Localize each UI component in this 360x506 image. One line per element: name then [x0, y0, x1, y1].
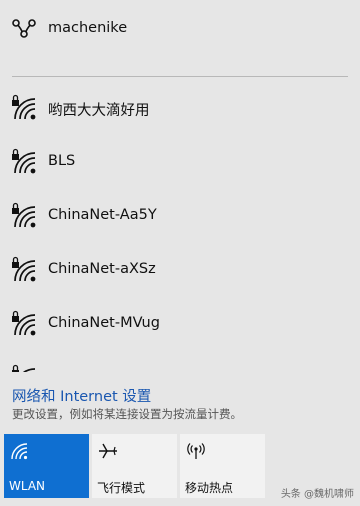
- wlan-tile-label: WLAN: [9, 479, 46, 493]
- hotspot-link-icon: [12, 19, 36, 38]
- connected-network[interactable]: machenike: [0, 0, 360, 60]
- wifi-secured-icon: [12, 364, 36, 372]
- network-name: 哟西大大滴好用: [48, 103, 150, 119]
- network-name: ChinaNet-aXSz: [48, 261, 156, 277]
- network-name: BLS: [48, 153, 76, 169]
- wlan-tile[interactable]: WLAN: [4, 434, 89, 498]
- wifi-secured-icon: [12, 202, 36, 228]
- wifi-secured-icon: [12, 94, 36, 120]
- network-name: ChinaNet-MVug: [48, 315, 160, 331]
- airplane-mode-tile-label: 飞行模式: [97, 481, 146, 495]
- airplane-mode-tile[interactable]: 飞行模式: [92, 434, 177, 498]
- connected-network-name: machenike: [48, 20, 128, 36]
- network-settings-link[interactable]: 网络和 Internet 设置: [12, 385, 151, 406]
- network-list[interactable]: 哟西大大滴好用 BLS ChinaNet-Aa5Y ChinaNet-aXSz …: [0, 88, 360, 372]
- wifi-secured-icon: [12, 148, 36, 174]
- network-name: ChinaNet-Aa5Y: [48, 207, 157, 223]
- network-item[interactable]: ChinaNet-aXSz: [0, 250, 360, 304]
- wifi-icon: [11, 443, 28, 460]
- network-item[interactable]: 哟西大大滴好用: [0, 88, 360, 142]
- mobile-hotspot-icon: [187, 443, 205, 459]
- watermark: 头条 @魏机啸师: [280, 489, 354, 500]
- network-item[interactable]: ChinaNet-Aa5Y: [0, 196, 360, 250]
- mobile-hotspot-tile-label: 移动热点: [185, 481, 234, 495]
- mobile-hotspot-tile[interactable]: 移动热点: [180, 434, 265, 498]
- wifi-secured-icon: [12, 310, 36, 336]
- network-item[interactable]: BLS: [0, 142, 360, 196]
- airplane-icon: [99, 443, 117, 459]
- divider: [12, 76, 348, 77]
- network-item[interactable]: ChinaNet-MVug: [0, 304, 360, 358]
- network-item-partial[interactable]: [0, 358, 360, 372]
- network-settings-description: 更改设置，例如将某连接设置为按流量计费。: [12, 407, 242, 421]
- wifi-secured-icon: [12, 256, 36, 282]
